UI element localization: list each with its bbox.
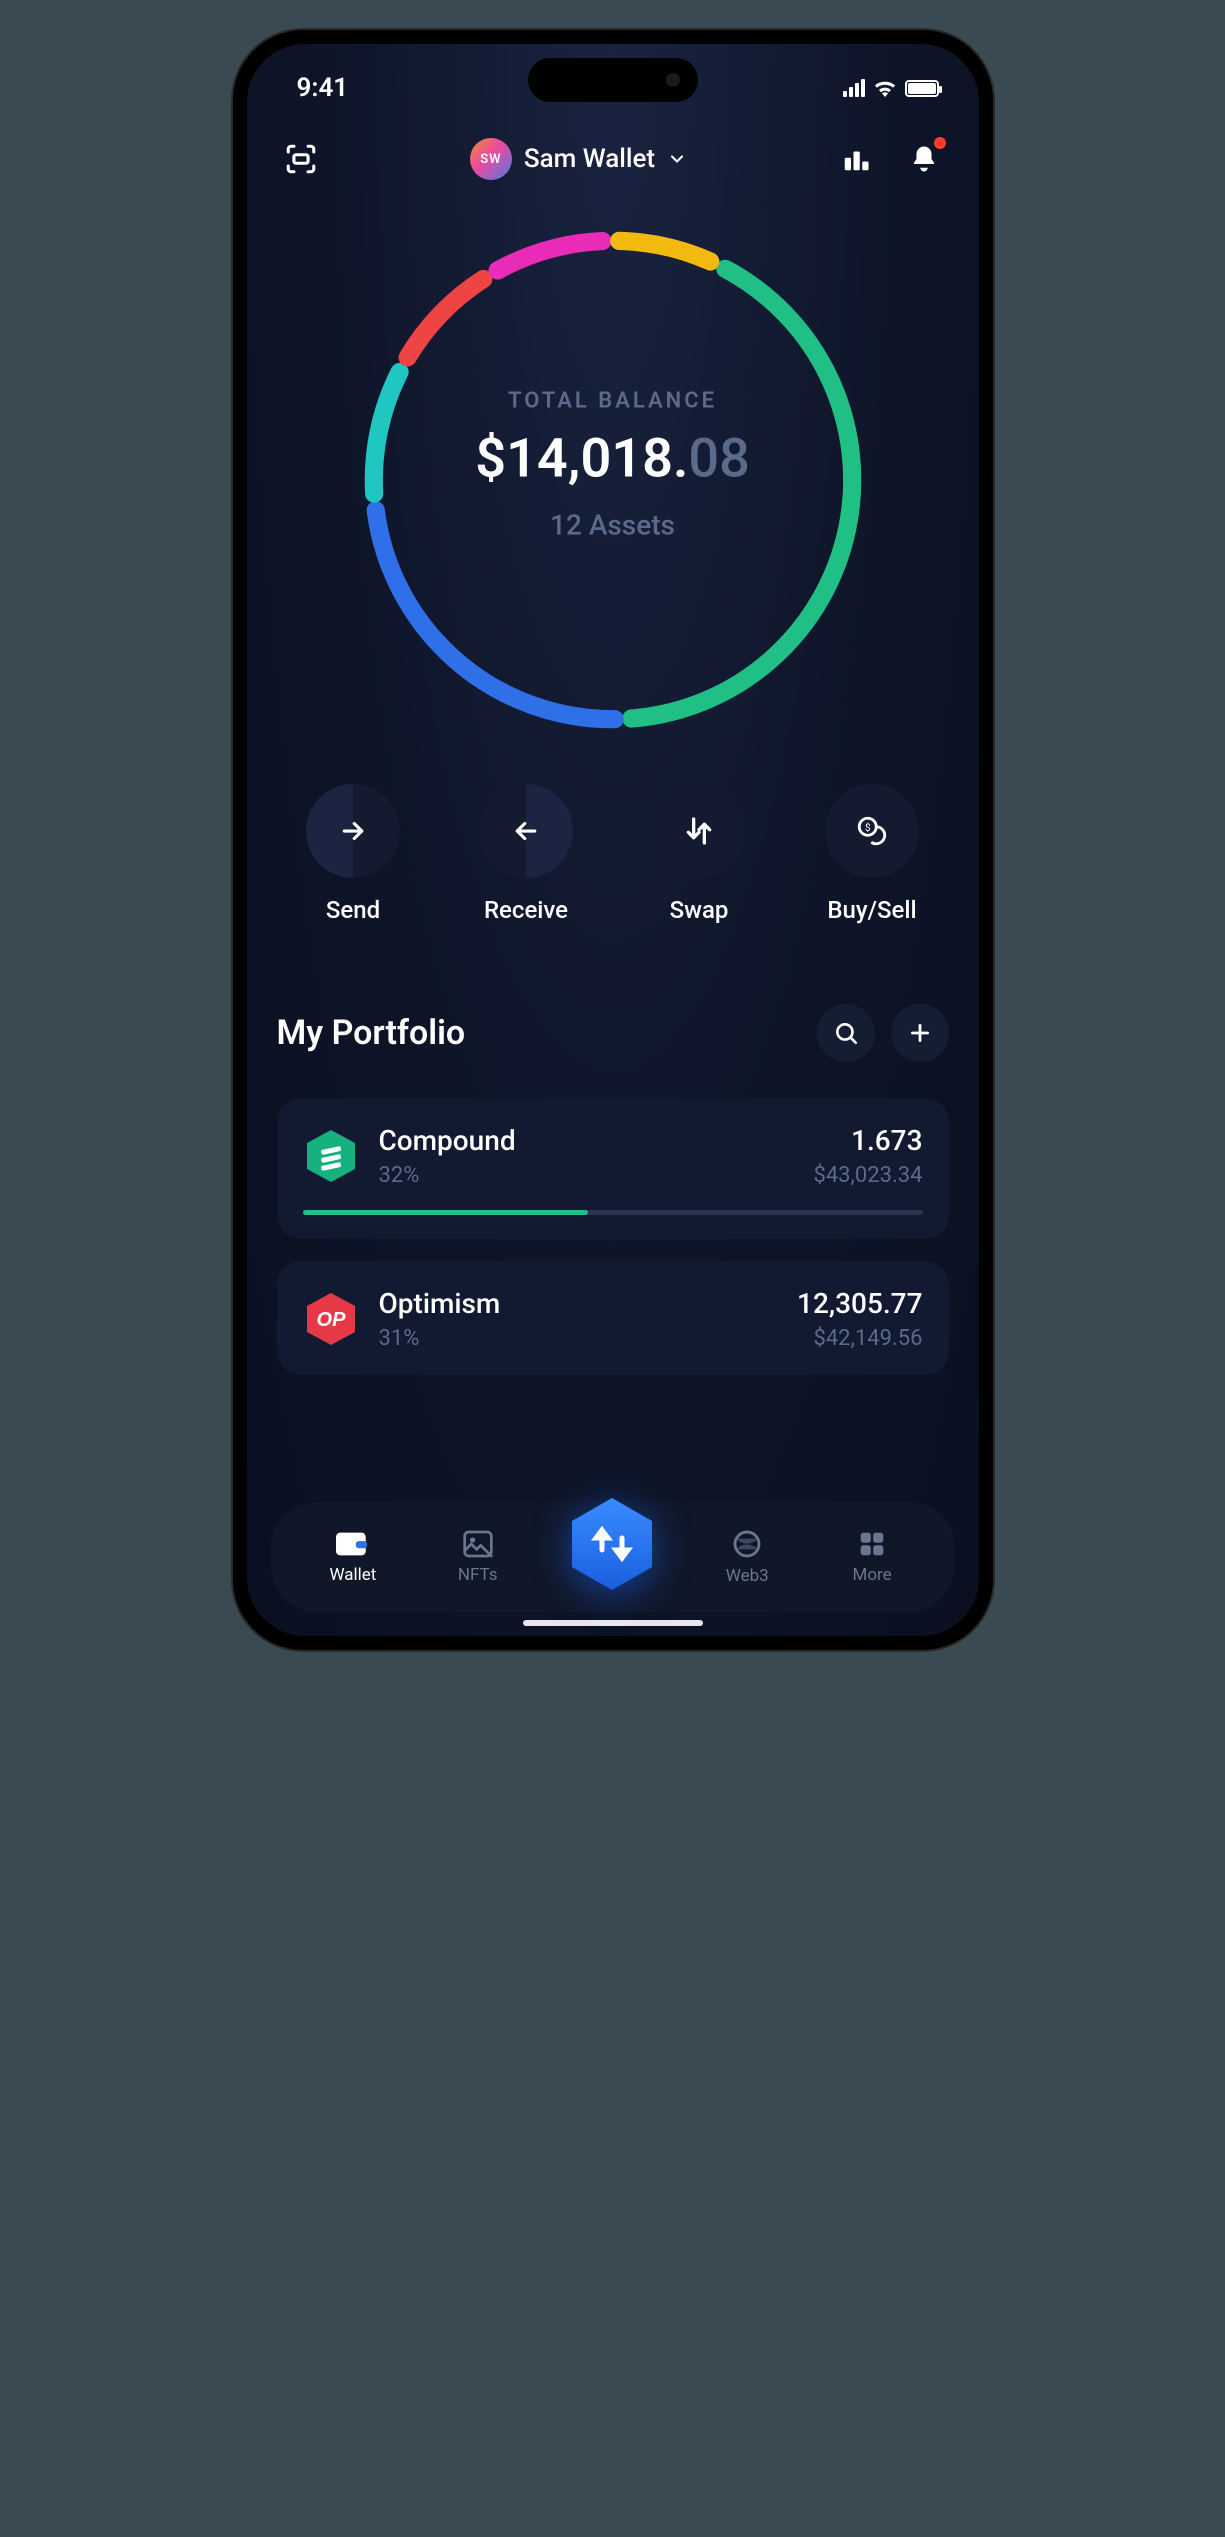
swap-label: Swap [670, 896, 729, 924]
asset-progress [303, 1210, 923, 1215]
svg-text:$: $ [865, 823, 871, 834]
battery-icon [905, 80, 939, 97]
nav-nfts[interactable]: NFTs [433, 1529, 523, 1585]
send-button[interactable] [306, 784, 400, 878]
balance-ring: TOTAL BALANCE $14,018.08 12 Assets [247, 190, 979, 740]
add-button[interactable] [891, 1004, 949, 1062]
plus-icon [907, 1020, 933, 1046]
asset-pct: 32% [379, 1163, 794, 1188]
notifications-button[interactable] [904, 139, 944, 179]
notch [528, 58, 698, 102]
receive-label: Receive [484, 896, 568, 924]
asset-card[interactable]: Compound 32% 1.673 $43,023.34 [277, 1098, 949, 1239]
wallet-name: Sam Wallet [524, 144, 655, 174]
asset-usd: $42,149.56 [797, 1326, 922, 1351]
asset-amount: 12,305.77 [797, 1287, 922, 1320]
compound-icon [303, 1128, 359, 1184]
bell-icon [909, 144, 939, 174]
arrow-left-icon [511, 816, 541, 846]
portfolio-section: My Portfolio Compound 32% [247, 924, 979, 1375]
buysell-button[interactable]: $ [825, 784, 919, 878]
svg-text:OP: OP [316, 1309, 346, 1331]
nav-more[interactable]: More [827, 1529, 917, 1585]
send-label: Send [326, 896, 380, 924]
search-button[interactable] [817, 1004, 875, 1062]
wallet-selector[interactable]: SW Sam Wallet [470, 138, 687, 180]
wallet-icon [336, 1529, 370, 1559]
asset-name: Compound [379, 1124, 794, 1157]
image-icon [462, 1529, 494, 1559]
swap-icon [683, 815, 715, 847]
scan-button[interactable] [281, 139, 321, 179]
asset-usd: $43,023.34 [813, 1163, 922, 1188]
action-row: Send Receive Swap $ Buy/Sell [247, 740, 979, 924]
swap-button[interactable] [652, 784, 746, 878]
asset-pct: 31% [379, 1326, 778, 1351]
balance-label: TOTAL BALANCE [475, 389, 750, 414]
wifi-icon [873, 79, 897, 97]
nav-wallet[interactable]: Wallet [308, 1529, 398, 1585]
nav-web3[interactable]: Web3 [702, 1528, 792, 1586]
arrow-right-icon [338, 816, 368, 846]
asset-card[interactable]: OP Optimism 31% 12,305.77 $42,149.56 [277, 1261, 949, 1375]
coins-icon: $ [855, 814, 889, 848]
wallet-avatar: SW [470, 138, 512, 180]
asset-name: Optimism [379, 1287, 778, 1320]
receive-button[interactable] [479, 784, 573, 878]
asset-amount: 1.673 [813, 1124, 922, 1157]
chevron-down-icon [667, 149, 687, 169]
optimism-icon: OP [303, 1291, 359, 1347]
globe-icon [731, 1528, 763, 1560]
notification-dot [934, 137, 946, 149]
stats-button[interactable] [836, 139, 876, 179]
nav-center-button[interactable] [557, 1489, 667, 1599]
buysell-label: Buy/Sell [827, 896, 916, 924]
phone-frame: 9:41 SW Sam Wallet [233, 30, 993, 1650]
screen: 9:41 SW Sam Wallet [247, 44, 979, 1636]
signal-icon [843, 79, 865, 97]
search-icon [833, 1020, 859, 1046]
status-time: 9:41 [297, 73, 349, 103]
balance-amount: $14,018.08 [475, 428, 750, 491]
grid-icon [857, 1529, 887, 1559]
app-header: SW Sam Wallet [247, 108, 979, 190]
home-indicator[interactable] [523, 1620, 703, 1626]
asset-count: 12 Assets [475, 509, 750, 542]
portfolio-title: My Portfolio [277, 1013, 466, 1053]
bottom-nav: Wallet NFTs Web3 [271, 1502, 955, 1612]
